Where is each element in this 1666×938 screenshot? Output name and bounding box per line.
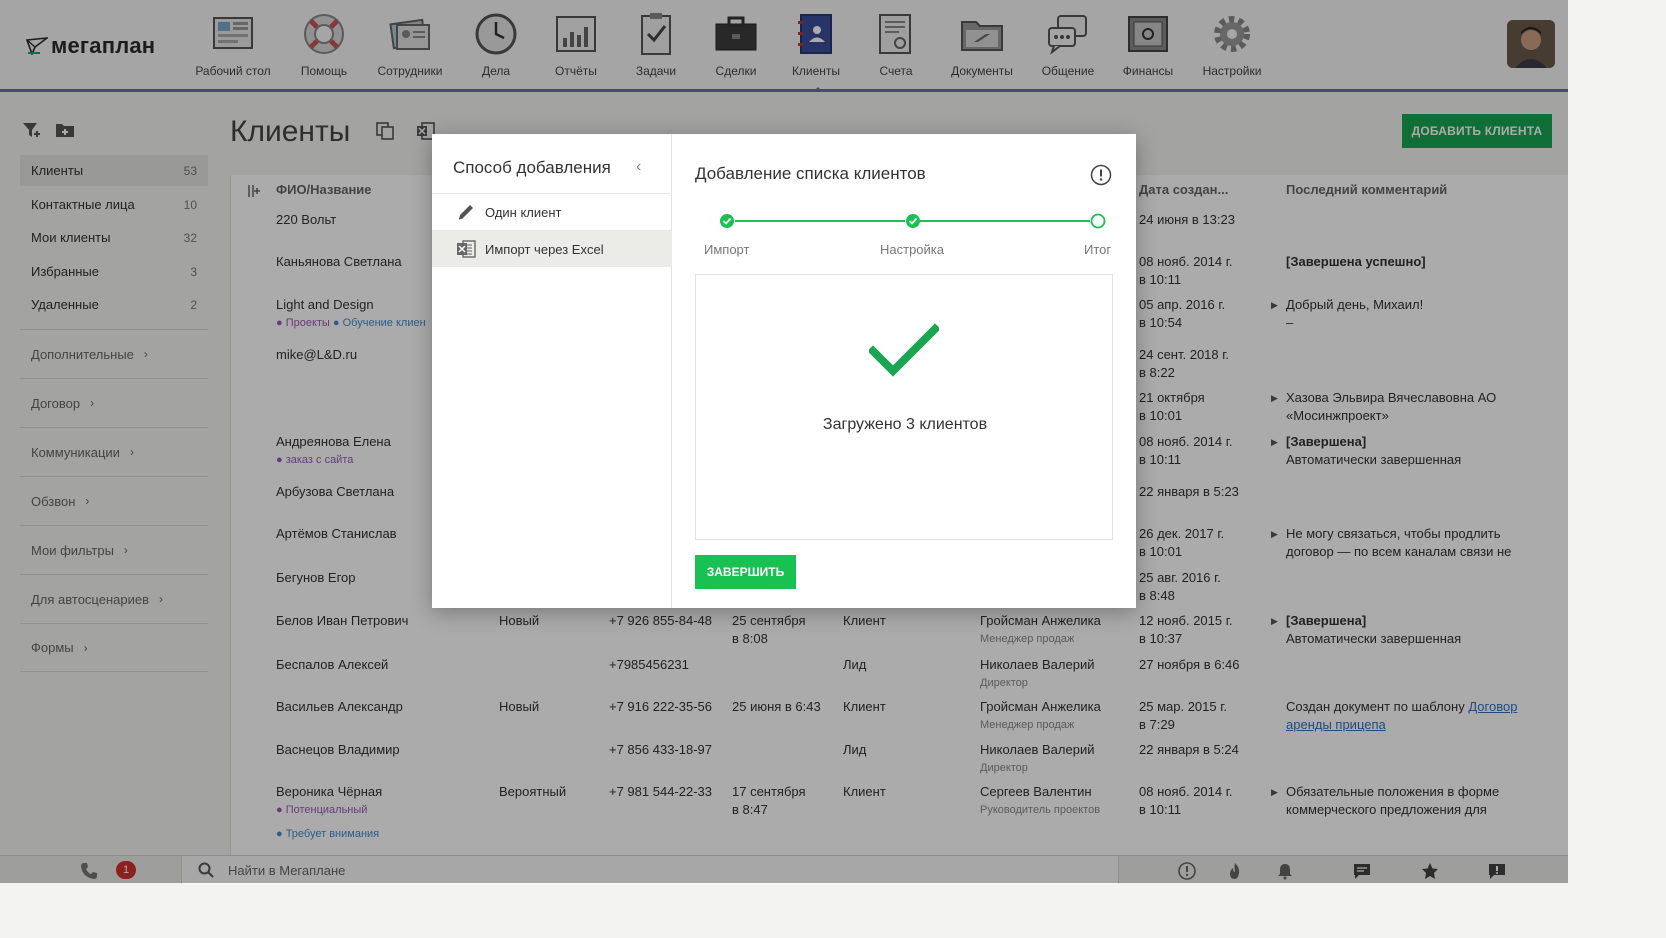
pencil-icon xyxy=(458,205,473,220)
add-clients-dialog: Способ добавления ‹ Один клиент Импорт ч… xyxy=(432,134,1136,608)
step-import: Импорт xyxy=(704,242,750,257)
excel-icon xyxy=(457,240,476,258)
app-window: мегаплан Рабочий стол Помощь Сотрудники … xyxy=(0,0,1568,884)
checkmark-icon xyxy=(869,323,939,377)
stepper-track xyxy=(720,213,1106,229)
option-single-client[interactable]: Один клиент xyxy=(432,193,672,230)
chevron-left-icon[interactable]: ‹ xyxy=(636,158,641,176)
option-label: Один клиент xyxy=(485,204,562,220)
add-method-panel: Способ добавления ‹ Один клиент Импорт ч… xyxy=(432,134,672,608)
import-title: Добавление списка клиентов xyxy=(695,164,926,183)
option-excel-import[interactable]: Импорт через Excel xyxy=(432,230,672,267)
step-settings: Настройка xyxy=(880,242,944,257)
result-box: Загружено 3 клиентов xyxy=(695,274,1113,540)
info-icon[interactable] xyxy=(1090,164,1112,186)
finish-button[interactable]: ЗАВЕРШИТЬ xyxy=(695,555,796,589)
import-stepper: Импорт Настройка Итог xyxy=(695,212,1115,262)
add-method-title: Способ добавления xyxy=(453,158,611,177)
option-label: Импорт через Excel xyxy=(485,241,604,257)
import-panel: Добавление списка клиентов Импорт Настро… xyxy=(673,134,1136,608)
result-message: Загружено 3 клиентов xyxy=(822,416,988,433)
step-result: Итог xyxy=(1084,242,1112,257)
